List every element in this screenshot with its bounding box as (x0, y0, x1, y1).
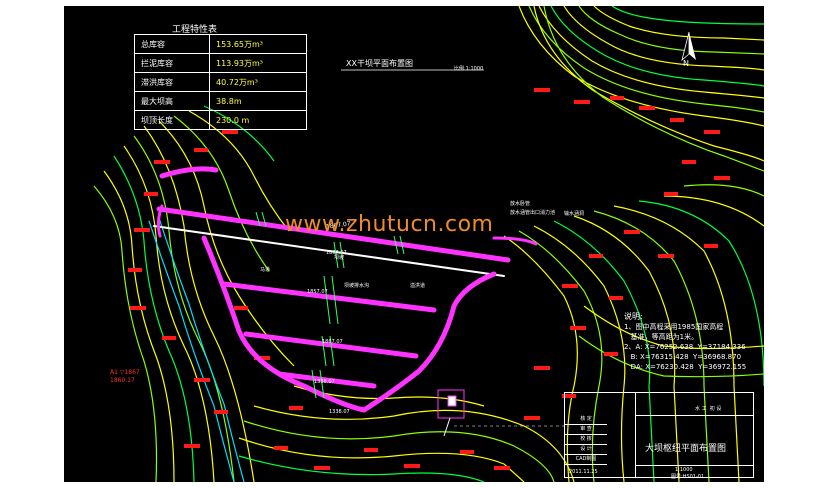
engineering-table-value: 230.0 m (209, 110, 307, 130)
title-block-row: 设 计 (565, 445, 607, 455)
cad-drawing-area: 工程特性表 总库容 153.65万m³ 拦泥库容 113.93万m³ 滞洪库容 40.72… (64, 6, 764, 482)
left-annotation-b: 1860.17 (110, 377, 135, 384)
berm4-elevation: 1338.07 (314, 379, 335, 385)
title-block-row: 核 定 (565, 415, 607, 425)
left-annotation-a: A1 ▽1867 (110, 369, 140, 376)
title-block-row: CAD制图 (565, 455, 607, 465)
berm3-elevation: 1867.07 (322, 339, 343, 345)
horse-track-label: 马道 (260, 267, 271, 273)
engineering-table-row: 滞洪库容 40.72万m³ (134, 72, 307, 92)
outlet-structure (437, 389, 465, 437)
watermark: www.zhutucn.com (285, 212, 494, 237)
title-block: 核 定审 查校 核设 计 CAD制图 水 工 初 设 大坝枢纽平面布置图 1:10… (564, 392, 754, 480)
engineering-table-label: 拦泥库容 (134, 53, 210, 73)
notes-line: 基准，等高距为1米。 (624, 333, 699, 341)
canvas-background: 工程特性表 总库容 153.65万m³ 拦泥库容 113.93万m³ 滞洪库容 40.72… (0, 0, 818, 488)
engineering-table: 总库容 153.65万m³ 拦泥库容 113.93万m³ 滞洪库容 40.72万m³ 最大坝… (134, 34, 307, 130)
engineering-table-row: 最大坝高 38.8m (134, 91, 307, 111)
toe-elevation: 1338.07 (329, 409, 350, 415)
tb-part: 初 设 (709, 406, 722, 412)
notes-line: DA: X=76230.428 Y=36972.155 (624, 363, 747, 371)
outlet-label-2: 放水涵管出口消力池 (510, 210, 556, 216)
engineering-table-label: 总库容 (134, 34, 210, 54)
scale-label: 比例 1:1000 (454, 66, 484, 72)
engineering-table-label: 最大坝高 (134, 91, 210, 111)
notes-line: 2、A: X=76252.638 Y=37184.336 (624, 343, 746, 351)
engineering-table-label: 坝顶长度 (134, 110, 210, 130)
notes-title: 说明: (624, 312, 643, 321)
north-label: N (683, 59, 689, 68)
engineering-table-label: 滞洪库容 (134, 72, 210, 92)
outlet-label-1: 放水卧管 (510, 201, 531, 207)
title-block-row: 审 查 (565, 425, 607, 435)
dam-outline (153, 166, 538, 413)
plan-title: XX干坝平面布置图 (346, 59, 413, 68)
engineering-table-value: 38.8m (209, 91, 307, 111)
tb-date: 2011.11.25 (569, 469, 598, 475)
drain-label: 坝坡排水沟 (344, 283, 370, 289)
engineering-table-value: 153.65万m³ (209, 34, 307, 54)
berm2-elevation: 1857.07 (307, 289, 328, 295)
engineering-table-row: 坝顶长度 230.0 m (134, 110, 307, 130)
notes-line: B: X=76315.428 Y=36968.870 (624, 353, 742, 361)
notes-block: 说明: 1、图中高程采用1985国家高程 基准，等高距为1米。 2、A: X=76… (624, 312, 746, 372)
intake-label: 输水涵洞 (564, 211, 585, 217)
slope-label: 坝坡 (334, 255, 345, 261)
engineering-table-value: 40.72万m³ (209, 72, 307, 92)
tb-drawing-name: 大坝枢纽平面布置图 (645, 444, 727, 454)
tb-dept: 水 工 (695, 406, 707, 412)
notes-line: 1、图中高程采用1985国家高程 (624, 323, 724, 331)
tb-drawing-no: 图号:HS01-01 (671, 474, 705, 480)
spillway-label: 溢洪道 (410, 283, 426, 289)
engineering-table-row: 总库容 153.65万m³ (134, 34, 307, 54)
engineering-table-value: 113.93万m³ (209, 53, 307, 73)
engineering-table-row: 拦泥库容 113.93万m³ (134, 53, 307, 73)
title-block-row: 校 核 (565, 435, 607, 445)
